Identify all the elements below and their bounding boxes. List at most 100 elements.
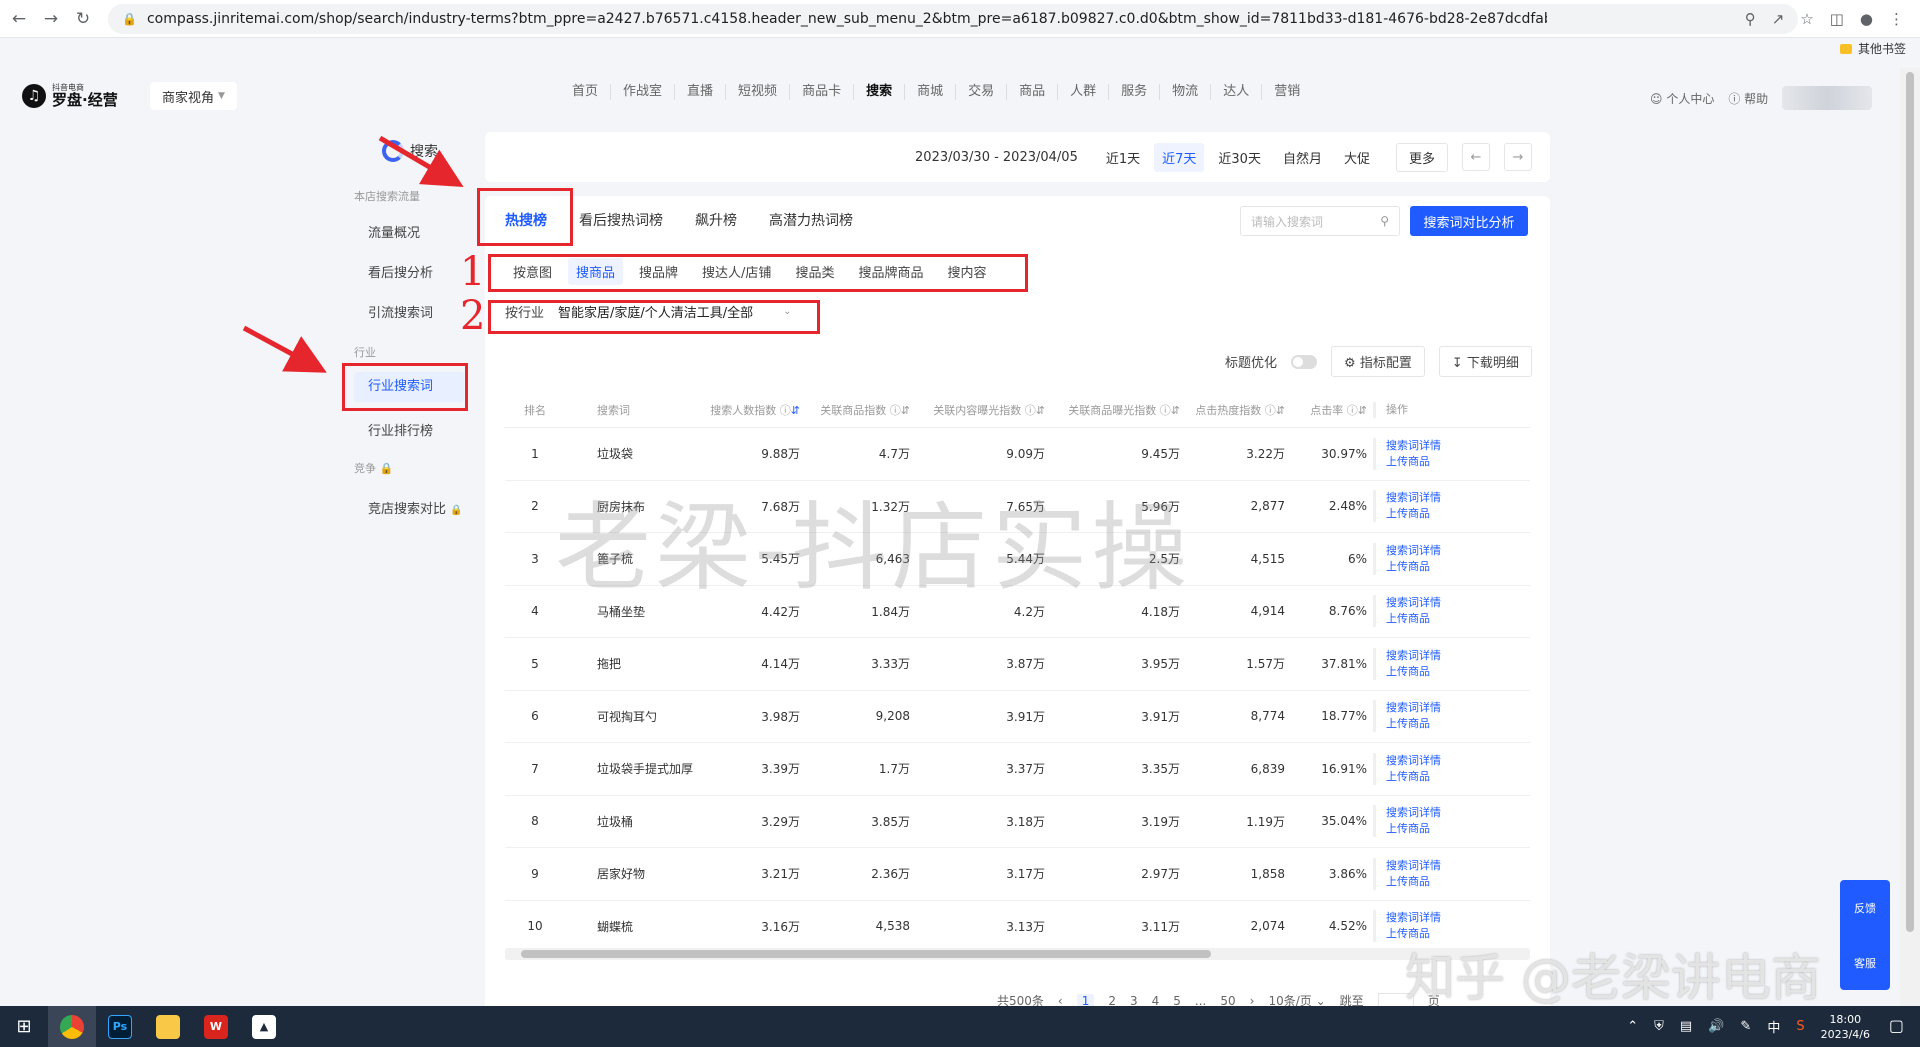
next-arrow-icon[interactable]: → <box>1504 143 1532 171</box>
col-content-exposure[interactable]: 关联内容曝光指数 ⓘ⇵ <box>920 402 1055 418</box>
col-product-exposure[interactable]: 关联商品曝光指数 ⓘ⇵ <box>1055 402 1190 418</box>
profile-icon[interactable]: ● <box>1860 10 1873 28</box>
nav-item[interactable]: 服务 <box>1109 84 1161 100</box>
nav-item[interactable]: 首页 <box>560 84 612 100</box>
back-icon[interactable]: ← <box>6 6 32 32</box>
sidebar-item-after-view-search[interactable]: 看后搜分析 <box>368 262 433 281</box>
nav-item[interactable]: 交易 <box>956 84 1008 100</box>
clock[interactable]: 18:00 2023/4/6 <box>1821 1012 1870 1042</box>
nav-item-search[interactable]: 搜索 <box>854 84 906 100</box>
menu-dots-icon[interactable]: ⋮ <box>1889 10 1904 28</box>
feedback-label[interactable]: 反馈 <box>1854 900 1876 916</box>
term-detail-link[interactable]: 搜索词详情 <box>1386 700 1457 716</box>
other-bookmarks[interactable]: 其他书签 <box>1839 40 1906 57</box>
upload-product-link[interactable]: 上传商品 <box>1386 506 1457 522</box>
download-button[interactable]: ↧ 下载明细 <box>1438 346 1532 377</box>
taskbar-photoshop[interactable]: Ps <box>96 1006 144 1047</box>
address-bar[interactable]: 🔒 compass.jinritemai.com/shop/search/ind… <box>108 4 1798 34</box>
taskbar-explorer[interactable] <box>144 1006 192 1047</box>
compare-analysis-button[interactable]: 搜索词对比分析 <box>1410 206 1528 236</box>
term-detail-link[interactable]: 搜索词详情 <box>1386 490 1457 506</box>
volume-icon[interactable]: 🔊 <box>1708 1019 1724 1034</box>
vertical-scrollbar[interactable] <box>1900 68 1920 1006</box>
date-option-month[interactable]: 自然月 <box>1275 143 1330 172</box>
sidebar-item-traffic-terms[interactable]: 引流搜索词 <box>368 302 433 321</box>
service-label[interactable]: 客服 <box>1854 955 1876 971</box>
search-input[interactable]: 请输入搜索词 ⚲ <box>1240 206 1400 236</box>
title-optimize-toggle[interactable] <box>1291 354 1318 369</box>
sidebar-item-traffic-overview[interactable]: 流量概况 <box>368 222 420 241</box>
windows-start-icon[interactable]: ⊞ <box>0 1006 48 1047</box>
col-related-products[interactable]: 关联商品指数 ⓘ⇵ <box>810 402 920 418</box>
prev-arrow-icon[interactable]: ← <box>1462 143 1490 171</box>
date-option-promo[interactable]: 大促 <box>1336 143 1378 172</box>
upload-product-link[interactable]: 上传商品 <box>1386 874 1457 890</box>
term-detail-link[interactable]: 搜索词详情 <box>1386 910 1457 926</box>
nav-item[interactable]: 商品卡 <box>790 84 855 100</box>
reload-icon[interactable]: ↻ <box>70 6 96 32</box>
term-detail-link[interactable]: 搜索词详情 <box>1386 648 1457 664</box>
taskbar-wps[interactable]: W <box>192 1006 240 1047</box>
tray-up-icon[interactable]: ⌃ <box>1627 1019 1638 1034</box>
tab-after-view-hot[interactable]: 看后搜热词榜 <box>579 210 663 230</box>
nav-item[interactable]: 营销 <box>1262 84 1312 100</box>
network-icon[interactable]: ▤ <box>1680 1019 1692 1034</box>
term-detail-link[interactable]: 搜索词详情 <box>1386 438 1457 454</box>
url-text[interactable]: compass.jinritemai.com/shop/search/indus… <box>147 11 1547 27</box>
sidebar-item-industry-ranking[interactable]: 行业排行榜 <box>368 420 433 439</box>
nav-item[interactable]: 作战室 <box>611 84 676 100</box>
bookmark-star-icon[interactable]: ☆ <box>1800 10 1813 28</box>
nav-item[interactable]: 达人 <box>1211 84 1263 100</box>
taskbar-photos[interactable]: ▲ <box>240 1006 288 1047</box>
nav-item[interactable]: 商品 <box>1007 84 1059 100</box>
date-option-1d[interactable]: 近1天 <box>1098 143 1148 172</box>
tab-rising[interactable]: 飙升榜 <box>695 210 737 230</box>
col-click-heat[interactable]: 点击热度指数 ⓘ⇵ <box>1190 402 1295 418</box>
pen-icon[interactable]: ✎ <box>1740 1019 1751 1034</box>
vertical-scrollbar-thumb[interactable] <box>1906 72 1914 932</box>
help-link[interactable]: ⓘ 帮助 <box>1728 90 1768 107</box>
date-range[interactable]: 2023/03/30 - 2023/04/05 <box>915 150 1078 165</box>
horizontal-scrollbar[interactable] <box>505 948 1530 960</box>
tab-high-potential[interactable]: 高潜力热词榜 <box>769 210 853 230</box>
merchant-view-dropdown[interactable]: 商家视角 ▼ <box>150 82 237 110</box>
app-logo[interactable]: ♫ 抖音电商 罗盘·经营 <box>22 82 118 109</box>
nav-item[interactable]: 人群 <box>1058 84 1110 100</box>
term-detail-link[interactable]: 搜索词详情 <box>1386 595 1457 611</box>
avatar[interactable] <box>1782 86 1873 110</box>
taskbar-chrome[interactable] <box>48 1006 96 1047</box>
upload-product-link[interactable]: 上传商品 <box>1386 664 1457 680</box>
zoom-icon[interactable]: ⚲ <box>1745 10 1756 28</box>
scrollbar-thumb[interactable] <box>521 950 1211 958</box>
nav-item[interactable]: 物流 <box>1160 84 1212 100</box>
col-search-users[interactable]: 搜索人数指数 ⓘ⇵ <box>695 402 810 418</box>
upload-product-link[interactable]: 上传商品 <box>1386 559 1457 575</box>
personal-center-link[interactable]: ☺ 个人中心 <box>1650 90 1714 107</box>
sogou-icon[interactable]: S <box>1796 1019 1804 1034</box>
metric-config-button[interactable]: ⚙ 指标配置 <box>1331 346 1425 377</box>
date-option-30d[interactable]: 近30天 <box>1210 143 1269 172</box>
upload-product-link[interactable]: 上传商品 <box>1386 821 1457 837</box>
upload-product-link[interactable]: 上传商品 <box>1386 454 1457 470</box>
search-icon[interactable]: ⚲ <box>1380 214 1389 228</box>
term-detail-link[interactable]: 搜索词详情 <box>1386 543 1457 559</box>
upload-product-link[interactable]: 上传商品 <box>1386 716 1457 732</box>
sidebar-item-competitor-compare[interactable]: 竞店搜索对比 🔒 <box>368 498 463 517</box>
share-icon[interactable]: ↗ <box>1772 10 1785 28</box>
upload-product-link[interactable]: 上传商品 <box>1386 611 1457 627</box>
nav-item[interactable]: 直播 <box>675 84 727 100</box>
sidepanel-icon[interactable]: ◫ <box>1830 10 1844 28</box>
date-more-button[interactable]: 更多 <box>1395 142 1448 172</box>
term-detail-link[interactable]: 搜索词详情 <box>1386 805 1457 821</box>
date-option-7d[interactable]: 近7天 <box>1154 142 1205 172</box>
notification-icon[interactable]: ▢ <box>1889 1016 1904 1035</box>
upload-product-link[interactable]: 上传商品 <box>1386 769 1457 785</box>
forward-icon[interactable]: → <box>38 6 64 32</box>
term-detail-link[interactable]: 搜索词详情 <box>1386 858 1457 874</box>
term-detail-link[interactable]: 搜索词详情 <box>1386 753 1457 769</box>
col-ctr[interactable]: 点击率 ⓘ⇵ <box>1295 402 1373 418</box>
shield-icon[interactable]: ⛨ <box>1654 1019 1664 1034</box>
ime-indicator[interactable]: 中 <box>1767 1017 1780 1036</box>
nav-item[interactable]: 商城 <box>905 84 957 100</box>
feedback-widget[interactable]: 反馈 客服 <box>1840 880 1890 990</box>
